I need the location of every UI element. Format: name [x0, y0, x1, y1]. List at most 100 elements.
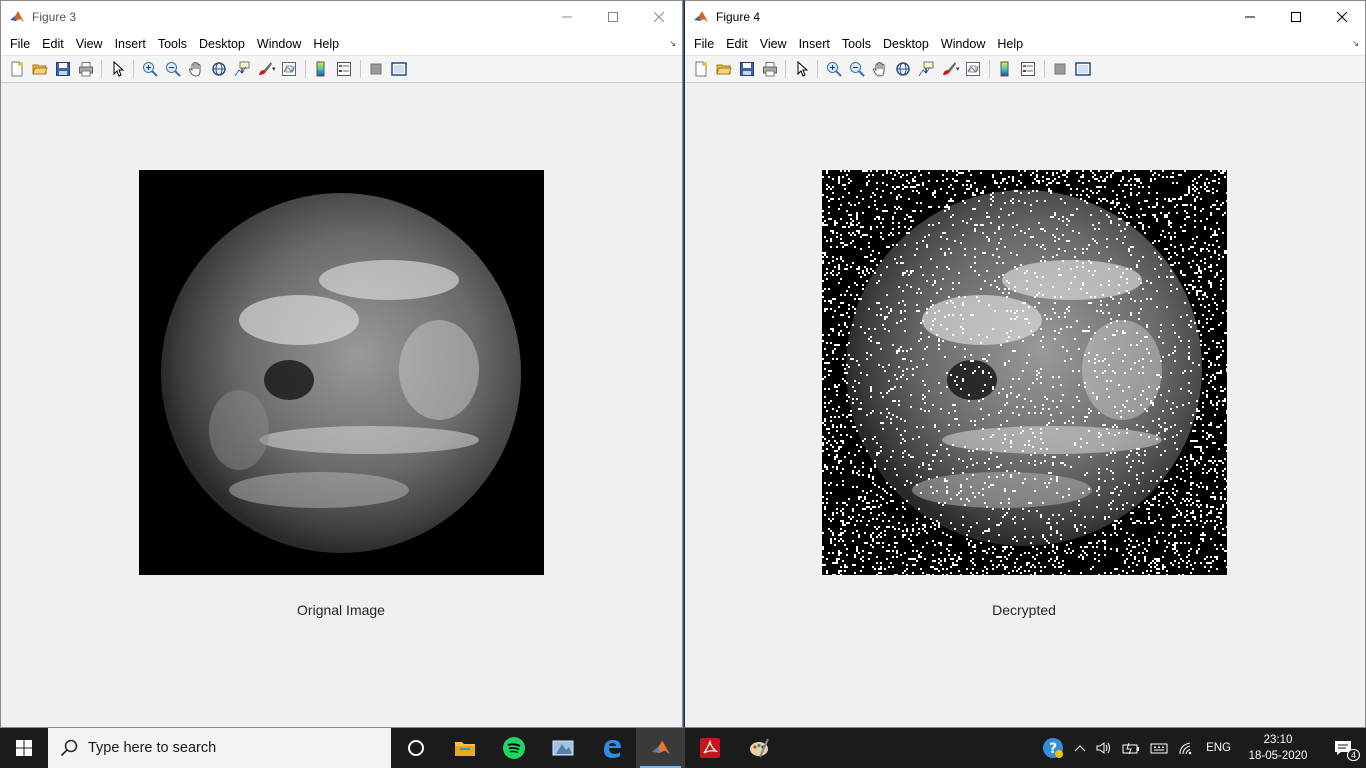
open-file-button[interactable]	[28, 58, 51, 80]
data-cursor-button[interactable]	[230, 58, 253, 80]
open-file-icon	[31, 61, 48, 77]
cortana-button[interactable]	[391, 728, 440, 768]
menu-tools[interactable]: Tools	[152, 37, 193, 51]
wifi-icon	[1179, 742, 1192, 755]
taskbar-matlab[interactable]	[636, 728, 685, 768]
volume-icon	[1096, 742, 1111, 754]
taskbar-snipping-tool[interactable]	[538, 728, 587, 768]
brush-dropdown-icon[interactable]: ▾	[272, 65, 276, 73]
pan-button[interactable]	[868, 58, 891, 80]
title-bar[interactable]: Figure 4	[685, 1, 1365, 32]
menu-help[interactable]: Help	[991, 37, 1029, 51]
menu-desktop[interactable]: Desktop	[877, 37, 935, 51]
link-plot-button[interactable]	[962, 58, 985, 80]
tray-battery[interactable]	[1117, 728, 1145, 768]
tray-clock[interactable]: 23:10 18-05-2020	[1236, 728, 1320, 768]
menu-insert[interactable]: Insert	[109, 37, 152, 51]
taskbar-search-box[interactable]: Type here to search	[48, 728, 391, 768]
decrypted-image[interactable]	[822, 170, 1227, 575]
close-icon	[654, 11, 664, 22]
edit-plot-button[interactable]	[106, 58, 129, 80]
matlab-icon	[694, 10, 708, 22]
menu-help[interactable]: Help	[307, 37, 345, 51]
menu-window[interactable]: Window	[935, 37, 991, 51]
figure-canvas: Orignal Image	[1, 84, 682, 727]
windows-logo-icon	[16, 740, 32, 756]
menu-tools[interactable]: Tools	[836, 37, 877, 51]
tray-wifi[interactable]	[1173, 728, 1201, 768]
minimize-button[interactable]	[544, 1, 590, 32]
original-image[interactable]	[139, 170, 544, 575]
menu-insert[interactable]: Insert	[793, 37, 836, 51]
insert-legend-button[interactable]	[1017, 58, 1040, 80]
menubar-expand-icon[interactable]: ↘	[669, 39, 676, 48]
data-cursor-icon	[234, 61, 250, 77]
data-cursor-button[interactable]	[914, 58, 937, 80]
menu-window[interactable]: Window	[251, 37, 307, 51]
zoom-in-button[interactable]	[822, 58, 845, 80]
print-button[interactable]	[74, 58, 97, 80]
zoom-out-button[interactable]	[845, 58, 868, 80]
hide-plot-tools-button[interactable]	[1049, 58, 1072, 80]
tray-volume[interactable]	[1091, 728, 1117, 768]
window-title: Figure 3	[32, 9, 77, 24]
title-bar[interactable]: Figure 3	[1, 1, 682, 32]
toolbar-separator	[359, 60, 361, 78]
new-figure-button[interactable]	[689, 58, 712, 80]
close-button[interactable]	[636, 1, 682, 32]
edit-plot-icon	[794, 61, 810, 77]
menu-view[interactable]: View	[754, 37, 793, 51]
taskbar-spotify[interactable]	[489, 728, 538, 768]
brush-icon	[941, 61, 957, 77]
rotate-3d-button[interactable]	[207, 58, 230, 80]
brush-dropdown-icon[interactable]: ▾	[956, 65, 960, 73]
tray-action-center[interactable]: 4	[1320, 728, 1366, 768]
search-placeholder: Type here to search	[88, 740, 217, 756]
hide-plot-tools-button[interactable]	[365, 58, 388, 80]
save-button[interactable]	[51, 58, 74, 80]
rotate-3d-button[interactable]	[891, 58, 914, 80]
menu-bar: File Edit View Insert Tools Desktop Wind…	[685, 32, 1365, 56]
figure-4-window: Figure 4 File Edit View Insert Tools Des…	[684, 0, 1366, 728]
link-plot-button[interactable]	[278, 58, 301, 80]
show-plot-tools-button[interactable]	[388, 58, 411, 80]
notification-count: 4	[1346, 749, 1360, 761]
new-figure-button[interactable]	[5, 58, 28, 80]
menubar-expand-icon[interactable]: ↘	[1352, 39, 1359, 48]
menu-edit[interactable]: Edit	[36, 37, 70, 51]
taskbar-paint[interactable]	[734, 728, 783, 768]
taskbar: Type here to search ? ENG 23:10 18-05-20…	[0, 728, 1366, 768]
print-button[interactable]	[758, 58, 781, 80]
toolbar-separator	[101, 60, 102, 78]
menu-file[interactable]: File	[688, 37, 720, 51]
insert-colorbar-button[interactable]	[310, 58, 333, 80]
pan-button[interactable]	[184, 58, 207, 80]
open-file-button[interactable]	[712, 58, 735, 80]
zoom-out-button[interactable]	[161, 58, 184, 80]
tray-help[interactable]: ?	[1037, 728, 1069, 768]
figure-3-window: Figure 3 File Edit View Insert Tools Des…	[0, 0, 683, 728]
data-cursor-icon	[918, 61, 934, 77]
menu-edit[interactable]: Edit	[720, 37, 754, 51]
taskbar-edge[interactable]	[587, 728, 636, 768]
zoom-in-button[interactable]	[138, 58, 161, 80]
show-plot-tools-button[interactable]	[1072, 58, 1095, 80]
minimize-button[interactable]	[1227, 1, 1273, 32]
edit-plot-button[interactable]	[790, 58, 813, 80]
save-button[interactable]	[735, 58, 758, 80]
tray-keyboard[interactable]	[1145, 728, 1173, 768]
maximize-button[interactable]	[1273, 1, 1319, 32]
maximize-icon	[1291, 11, 1301, 22]
menu-desktop[interactable]: Desktop	[193, 37, 251, 51]
taskbar-file-explorer[interactable]	[440, 728, 489, 768]
taskbar-acrobat[interactable]	[685, 728, 734, 768]
maximize-button[interactable]	[590, 1, 636, 32]
tray-language[interactable]: ENG	[1201, 728, 1236, 768]
start-button[interactable]	[0, 728, 48, 768]
menu-file[interactable]: File	[4, 37, 36, 51]
insert-colorbar-button[interactable]	[994, 58, 1017, 80]
close-button[interactable]	[1319, 1, 1365, 32]
tray-show-hidden[interactable]	[1069, 728, 1091, 768]
insert-legend-button[interactable]	[333, 58, 356, 80]
menu-view[interactable]: View	[70, 37, 109, 51]
